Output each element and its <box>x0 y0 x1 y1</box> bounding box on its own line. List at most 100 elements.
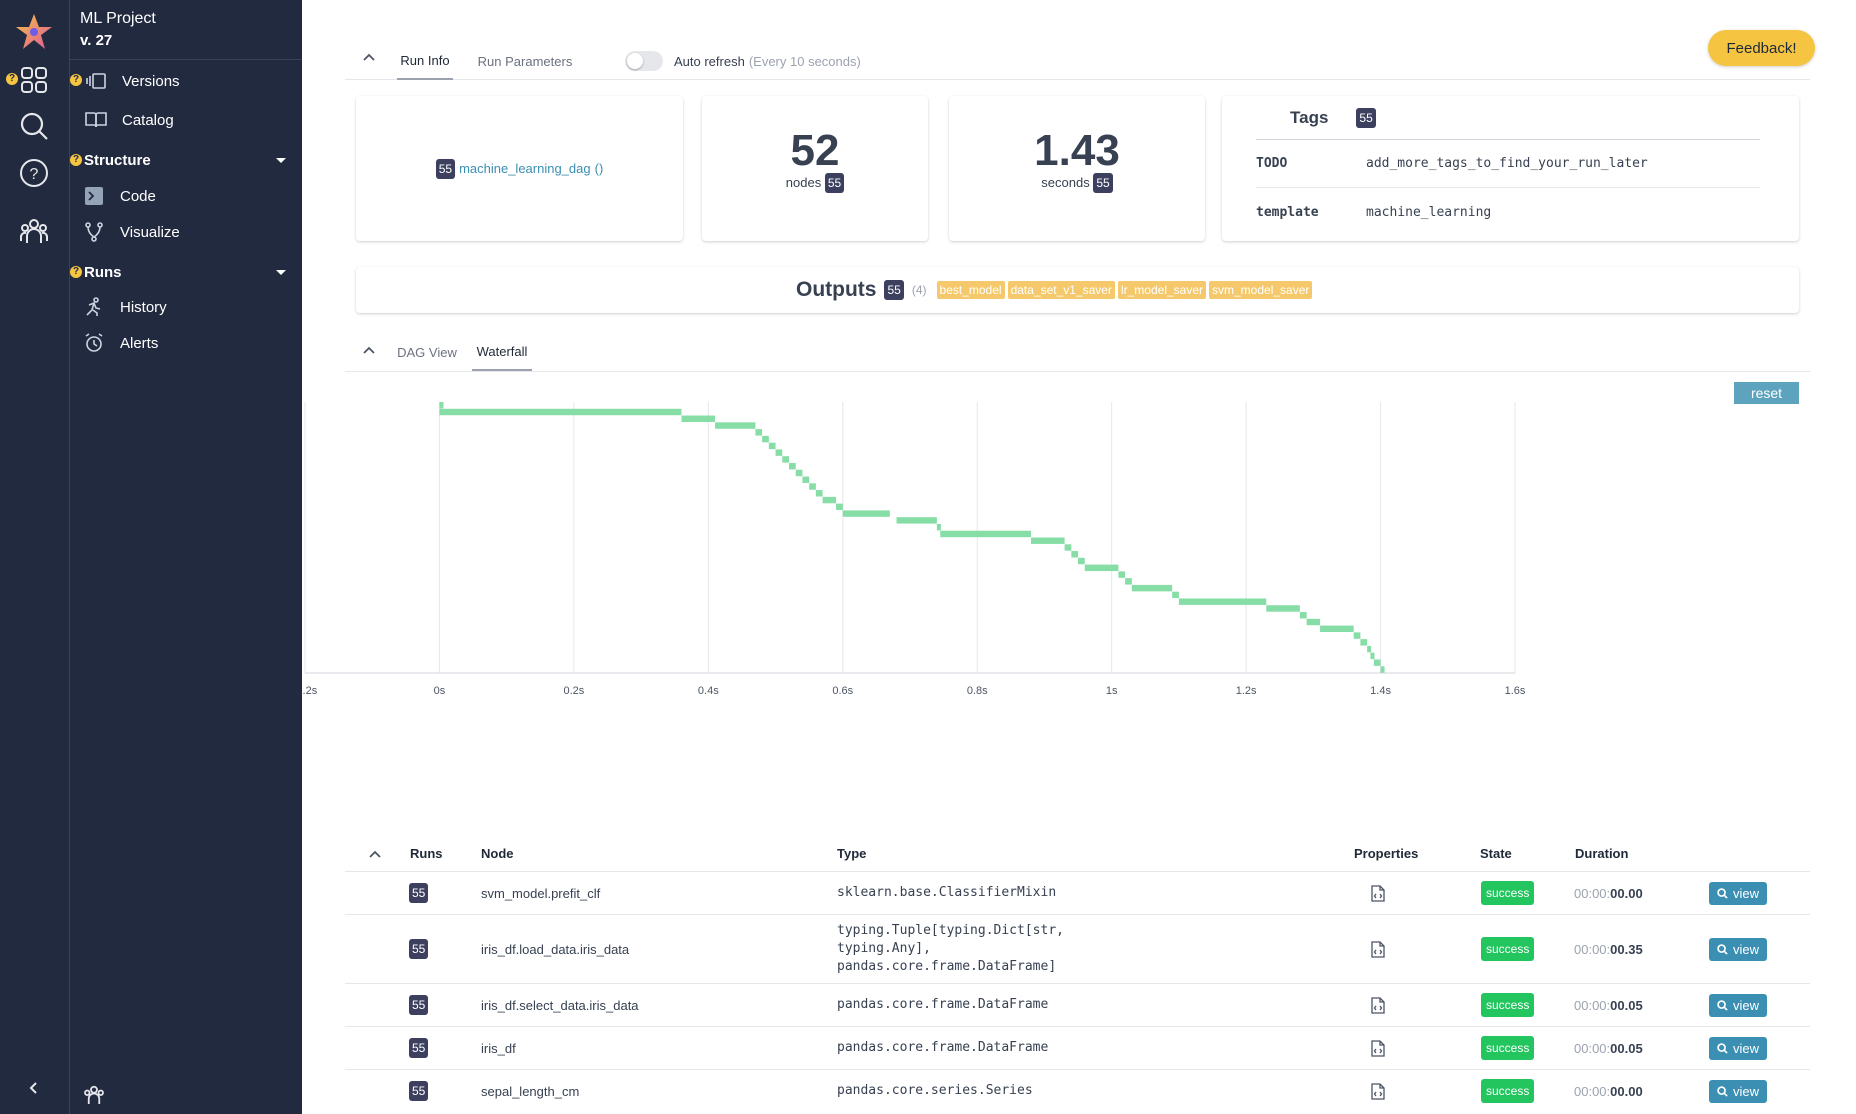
search-icon <box>1717 943 1728 955</box>
run-badge[interactable]: 55 <box>435 158 456 179</box>
waterfall-bar <box>1320 625 1354 633</box>
tag-row: template machine_learning <box>1256 188 1760 236</box>
node-name[interactable]: svm_model.prefit_clf <box>481 872 600 914</box>
nodes-count: 52 <box>790 126 840 175</box>
table-row[interactable]: 55 svm_model.prefit_clf sklearn.base.Cla… <box>345 871 1810 914</box>
run-badge[interactable]: 55 <box>409 995 429 1015</box>
waterfall-bar <box>762 435 769 443</box>
sidebar-item-visualize[interactable]: Visualize <box>70 216 302 248</box>
waterfall-bar <box>815 490 823 497</box>
node-type: typing.Tuple[typing.Dict[str, typing.Any]… <box>837 923 1064 974</box>
status-badge: success <box>1481 1036 1535 1060</box>
duration: 00:00: 00.05 <box>1574 1040 1643 1056</box>
properties-icon[interactable] <box>1371 872 1385 914</box>
view-button[interactable]: view <box>1709 1036 1768 1060</box>
view-button[interactable]: view <box>1709 881 1768 905</box>
nodes-label: nodes <box>785 175 822 190</box>
sidebar-item-alerts[interactable]: Alerts <box>70 327 302 359</box>
project-name: ML Project <box>80 10 156 27</box>
run-badge[interactable]: 55 <box>1356 108 1376 128</box>
waterfall-bar <box>1370 652 1375 660</box>
auto-refresh-toggle[interactable] <box>625 51 663 71</box>
table-row[interactable]: 55 iris_df pandas.core.frame.DataFrame s… <box>345 1026 1810 1069</box>
run-badge[interactable]: 55 <box>884 280 904 300</box>
caret-down-icon <box>276 157 286 163</box>
sidebar-section-structure[interactable]: ? Structure <box>70 147 302 173</box>
run-badge[interactable]: 55 <box>409 1081 429 1101</box>
waterfall-bar <box>681 415 716 422</box>
waterfall-bar <box>842 510 890 517</box>
tab-dag-view[interactable]: DAG View <box>397 333 457 371</box>
waterfall-chart[interactable]: -0.2s 0s 0.2s 0.4s 0.6s 0.8s 1s 1.2s 1.4s 1.6s <box>302 390 1822 830</box>
sidebar-item-label: Alerts <box>120 334 159 352</box>
output-tag[interactable]: lr_model_saver <box>1117 281 1207 299</box>
properties-icon[interactable] <box>1371 1027 1385 1069</box>
node-name[interactable]: iris_df.select_data.iris_data <box>481 984 639 1026</box>
sidebar-item-versions[interactable]: ? Versions <box>70 65 302 97</box>
main-content: Run Info Run Parameters Auto refresh (Ev… <box>302 0 1856 1114</box>
sidebar-item-label: Visualize <box>120 223 180 241</box>
logo-star-icon[interactable] <box>14 12 54 52</box>
collapse-sidebar-icon[interactable] <box>14 1068 54 1108</box>
run-badge[interactable]: 55 <box>409 939 429 959</box>
node-name[interactable]: sepal_length_cm <box>481 1070 579 1112</box>
auto-refresh-hint: (Every 10 seconds) <box>748 53 861 69</box>
duration: 00:00: 00.00 <box>1574 1083 1643 1099</box>
dag-link[interactable]: machine_learning_dag <box>459 161 591 176</box>
tab-run-info[interactable]: Run Info <box>397 42 453 80</box>
tab-run-parameters[interactable]: Run Parameters <box>465 42 585 80</box>
output-tag[interactable]: data_set_v1_saver <box>1007 281 1115 299</box>
sidebar-item-catalog[interactable]: Catalog <box>70 104 302 136</box>
node-name[interactable]: iris_df <box>481 1027 516 1069</box>
search-icon[interactable] <box>14 106 54 146</box>
view-button[interactable]: view <box>1709 993 1768 1017</box>
properties-icon[interactable] <box>1371 984 1385 1026</box>
collapse-chevron-up-icon[interactable] <box>367 847 383 863</box>
table-row[interactable]: 55 iris_df.load_data.iris_data typing.Tu… <box>345 914 1810 983</box>
table-row[interactable]: 55 sepal_length_cm pandas.core.series.Se… <box>345 1069 1810 1112</box>
team-icon[interactable] <box>14 211 54 251</box>
run-badge[interactable]: 55 <box>409 883 429 903</box>
node-type: pandas.core.series.Series <box>837 1083 1033 1098</box>
team-settings-icon[interactable] <box>82 1083 106 1112</box>
duration: 00:00: 00.35 <box>1574 941 1643 957</box>
dashboard-grid-icon[interactable] <box>14 60 54 100</box>
node-name[interactable]: iris_df.load_data.iris_data <box>481 915 629 983</box>
node-type: pandas.core.frame.DataFrame <box>837 1040 1049 1055</box>
waterfall-bar <box>768 442 776 450</box>
sidebar-item-history[interactable]: History <box>70 291 302 323</box>
waterfall-bar <box>755 429 763 436</box>
view-button[interactable]: view <box>1709 937 1768 961</box>
x-tick-label: 1.4s <box>1370 685 1391 697</box>
tab-waterfall[interactable]: Waterfall <box>472 333 532 371</box>
col-state: State <box>1480 846 1512 861</box>
output-tag[interactable]: best_model <box>936 281 1005 299</box>
feedback-button[interactable]: Feedback! <box>1708 30 1815 66</box>
run-badge[interactable]: 55 <box>1093 173 1113 193</box>
table-row[interactable]: 55 iris_df.select_data.iris_data pandas.… <box>345 983 1810 1026</box>
waterfall-bar <box>1031 537 1065 544</box>
waterfall-bar <box>1064 544 1072 551</box>
properties-icon[interactable] <box>1371 1070 1385 1112</box>
duration-value: 1.43 <box>1034 126 1120 175</box>
run-badge[interactable]: 55 <box>409 1038 429 1058</box>
output-tag[interactable]: svm_model_saver <box>1209 281 1313 299</box>
tags-title: Tags <box>1290 108 1329 127</box>
help-circle-icon[interactable]: ? <box>14 153 54 193</box>
x-tick-label: 0.8s <box>967 685 988 697</box>
view-button[interactable]: view <box>1709 1079 1768 1103</box>
collapse-chevron-up-icon[interactable] <box>361 50 377 66</box>
status-badge: success <box>1481 937 1535 961</box>
properties-icon[interactable] <box>1371 915 1385 983</box>
run-badge[interactable]: 55 <box>824 173 845 193</box>
sidebar-item-label: Catalog <box>122 111 174 129</box>
sidebar-item-code[interactable]: Code <box>70 180 302 212</box>
waterfall-bar <box>1071 551 1079 558</box>
tag-key: template <box>1256 204 1319 220</box>
sidebar-section-runs[interactable]: ? Runs <box>70 259 302 285</box>
running-icon <box>82 295 106 319</box>
waterfall-bar <box>1299 612 1307 619</box>
waterfall-bar <box>822 496 837 504</box>
collapse-chevron-up-icon[interactable] <box>361 343 377 359</box>
waterfall-bar <box>940 530 1031 538</box>
